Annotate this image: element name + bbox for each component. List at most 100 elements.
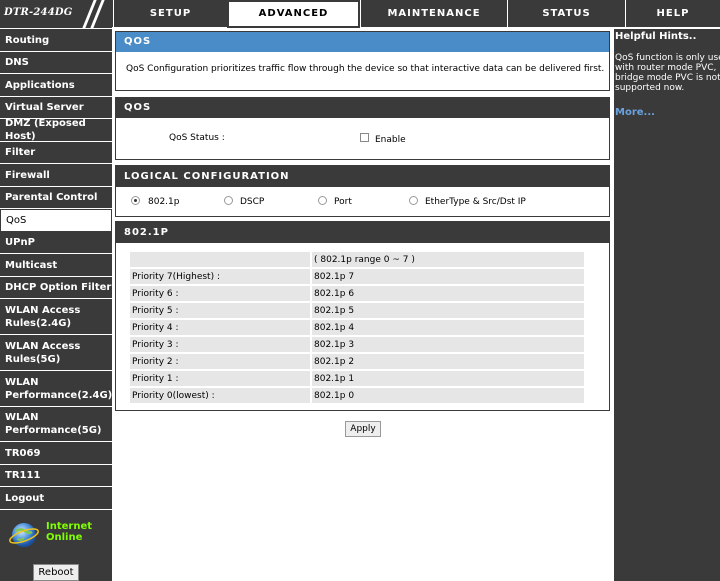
- sidebar-item-label: Parental Control: [5, 192, 98, 203]
- tab-status[interactable]: STATUS: [507, 0, 625, 28]
- hint-line: QoS function is only used: [615, 53, 720, 63]
- priority-label: Priority 5 :: [130, 303, 310, 318]
- priority-label: Priority 4 :: [130, 320, 310, 335]
- sidebar-item-parental-control[interactable]: Parental Control: [0, 187, 112, 209]
- sidebar-item-label: WLAN Performance(2.4G): [5, 376, 113, 401]
- table-row: Priority 6 : 802.1p 6: [130, 286, 584, 301]
- sidebar-item-label: TR069: [5, 447, 41, 459]
- panel-title: QOS: [116, 32, 609, 52]
- tab-label: HELP: [656, 8, 690, 19]
- table-cell: [130, 252, 310, 267]
- sidebar-item-dns[interactable]: DNS: [0, 52, 112, 74]
- sidebar-item-label: Multicast: [5, 259, 58, 271]
- hint-line: bridge mode PVC is not: [615, 73, 720, 83]
- sidebar-item-wlan-performance-24g[interactable]: WLAN Performance(2.4G): [0, 371, 112, 407]
- sidebar-item-label: UPnP: [5, 237, 35, 248]
- panel-title: QOS: [116, 98, 609, 118]
- sidebar-item-label: Virtual Server: [5, 102, 84, 113]
- tab-maintenance[interactable]: MAINTENANCE: [360, 0, 507, 28]
- range-hint: ( 802.1p range 0 ~ 7 ): [312, 252, 584, 267]
- sidebar-item-label: Logout: [5, 492, 45, 504]
- hints-title: Helpful Hints..: [615, 31, 697, 42]
- priority-label: Priority 7(Highest) :: [130, 269, 310, 284]
- sidebar-item-label: DHCP Option Filter: [5, 282, 112, 293]
- apply-button[interactable]: Apply: [345, 421, 381, 437]
- tab-advanced[interactable]: ADVANCED: [227, 0, 360, 28]
- sidebar-item-filter[interactable]: Filter: [0, 142, 112, 164]
- table-row: Priority 3 : 802.1p 3: [130, 337, 584, 352]
- sidebar-item-logout[interactable]: Logout: [0, 487, 112, 510]
- reboot-button[interactable]: Reboot: [33, 564, 79, 581]
- sidebar-item-tr069[interactable]: TR069: [0, 442, 112, 465]
- hint-line: supported now.: [615, 83, 685, 93]
- radio-8021p-label: 802.1p: [148, 197, 180, 207]
- table-row: Priority 0(lowest) : 802.1p 0: [130, 388, 584, 403]
- main-content: QOS QoS Configuration prioritizes traffi…: [112, 29, 614, 581]
- priority-value: 802.1p 5: [312, 303, 584, 318]
- priority-table: ( 802.1p range 0 ~ 7 ) Priority 7(Highes…: [128, 250, 586, 405]
- sidebar-item-upnp[interactable]: UPnP: [0, 232, 112, 254]
- sidebar-item-label: TR111: [5, 470, 41, 481]
- priority-value: 802.1p 6: [312, 286, 584, 301]
- qos-status-panel: QOS QoS Status : Enable: [115, 97, 610, 160]
- sidebar-item-label: WLAN Performance(5G): [5, 412, 102, 436]
- tab-help[interactable]: HELP: [625, 0, 720, 28]
- tab-label: MAINTENANCE: [387, 8, 481, 19]
- top-nav-bar: DTR-244DG SETUP ADVANCED MAINTENANCE STA…: [0, 0, 720, 28]
- table-row: Priority 1 : 802.1p 1: [130, 371, 584, 386]
- sidebar-item-label: DNS: [5, 57, 29, 68]
- table-row: Priority 2 : 802.1p 2: [130, 354, 584, 369]
- radio-8021p[interactable]: [131, 196, 140, 205]
- globe-icon: [9, 523, 39, 547]
- sidebar-item-wlan-access-24g[interactable]: WLAN Access Rules(2.4G): [0, 299, 112, 335]
- priority-value: 802.1p 7: [312, 269, 584, 284]
- 8021p-panel: 802.1P ( 802.1p range 0 ~ 7 ) Priority 7…: [115, 221, 610, 411]
- sidebar-item-wlan-access-5g[interactable]: WLAN Access Rules(5G): [0, 335, 112, 371]
- radio-port[interactable]: [318, 196, 327, 205]
- model-name: DTR-244DG: [4, 7, 73, 18]
- priority-label: Priority 3 :: [130, 337, 310, 352]
- tab-label: SETUP: [149, 8, 192, 19]
- radio-ethertype-label: EtherType & Src/Dst IP: [425, 197, 526, 207]
- sidebar-item-routing[interactable]: Routing: [0, 29, 112, 52]
- radio-dscp[interactable]: [224, 196, 233, 205]
- internet-status-text: Internet Online: [46, 521, 92, 543]
- sidebar-item-label: WLAN Access Rules(5G): [5, 340, 81, 365]
- sidebar-item-multicast[interactable]: Multicast: [0, 254, 112, 277]
- radio-ethertype[interactable]: [409, 196, 418, 205]
- sidebar-item-dmz[interactable]: DMZ (Exposed Host): [0, 118, 112, 142]
- radio-dscp-label: DSCP: [240, 197, 265, 207]
- status-line-internet: Internet: [46, 521, 93, 532]
- sidebar-item-qos[interactable]: QoS: [0, 209, 112, 232]
- sidebar-item-label: Routing: [5, 34, 50, 46]
- sidebar-item-dhcp-option-filter[interactable]: DHCP Option Filter: [0, 277, 112, 299]
- hints-body: QoS function is only used with router mo…: [615, 53, 720, 93]
- qos-enable-checkbox[interactable]: [360, 133, 369, 142]
- status-line-online: Online: [46, 532, 83, 543]
- table-row: Priority 4 : 802.1p 4: [130, 320, 584, 335]
- panel-title: LOGICAL CONFIGURATION: [116, 166, 609, 187]
- tab-setup[interactable]: SETUP: [113, 0, 227, 28]
- hints-more-link[interactable]: More...: [615, 107, 655, 118]
- qos-enable-label: Enable: [375, 135, 406, 145]
- brand-logo: DTR-244DG: [0, 0, 112, 28]
- radio-port-label: Port: [334, 197, 352, 207]
- sidebar-item-virtual-server[interactable]: Virtual Server: [0, 97, 112, 119]
- priority-value: 802.1p 3: [312, 337, 584, 352]
- sidebar: Routing DNS Applications Virtual Server …: [0, 29, 112, 581]
- sidebar-item-tr111[interactable]: TR111: [0, 465, 112, 487]
- priority-label: Priority 2 :: [130, 354, 310, 369]
- internet-status: Internet Online: [6, 517, 106, 553]
- qos-status-label: QoS Status :: [169, 133, 225, 143]
- sidebar-item-firewall[interactable]: Firewall: [0, 164, 112, 187]
- table-row: ( 802.1p range 0 ~ 7 ): [130, 252, 584, 267]
- sidebar-item-applications[interactable]: Applications: [0, 74, 112, 97]
- panel-title: 802.1P: [116, 222, 609, 243]
- sidebar-item-label: Applications: [5, 79, 75, 91]
- sidebar-item-label: Firewall: [5, 169, 50, 181]
- priority-value: 802.1p 2: [312, 354, 584, 369]
- qos-intro-panel: QOS QoS Configuration prioritizes traffi…: [115, 31, 610, 91]
- priority-value: 802.1p 1: [312, 371, 584, 386]
- tab-label: STATUS: [542, 8, 591, 19]
- sidebar-item-wlan-performance-5g[interactable]: WLAN Performance(5G): [0, 407, 112, 442]
